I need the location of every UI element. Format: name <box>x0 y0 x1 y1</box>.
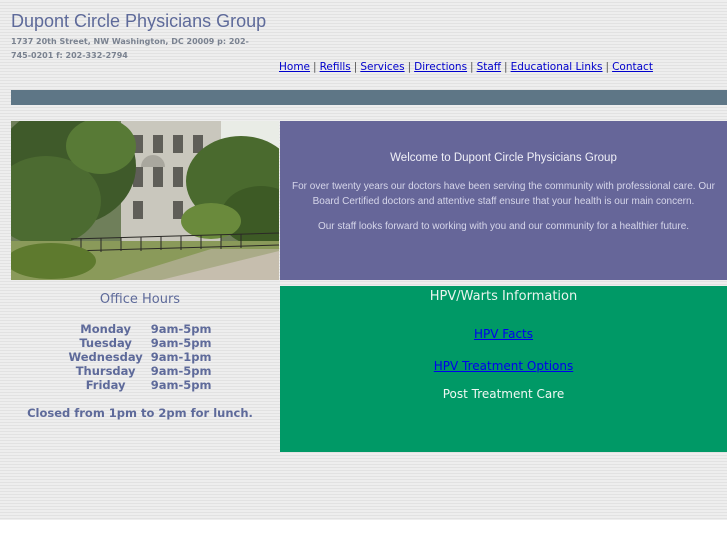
nav-separator: | <box>504 61 508 73</box>
welcome-panel: Welcome to Dupont Circle Physicians Grou… <box>280 121 727 280</box>
office-hours-title: Office Hours <box>99 292 181 307</box>
hours-time: 9am-5pm <box>150 322 212 336</box>
nav-contact-link[interactable]: Contact <box>612 61 653 73</box>
hours-row: Wednesday 9am-1pm <box>64 350 215 364</box>
nav-separator: | <box>605 61 610 73</box>
hours-row: Thursday 9am-5pm <box>64 364 215 378</box>
nav-separator: | <box>407 61 412 73</box>
hours-row: Friday 9am-5pm <box>64 378 215 392</box>
welcome-body: For over twenty years our doctors have b… <box>292 181 715 207</box>
hours-time: 9am-5pm <box>150 378 212 392</box>
office-hours-panel: Office Hours Monday 9am-5pm Tuesday 9am-… <box>11 292 269 420</box>
hpv-title: HPV/Warts Information <box>429 289 578 304</box>
nav-refills-link[interactable]: Refills <box>320 61 351 73</box>
header-band <box>11 90 727 105</box>
hours-row: Tuesday 9am-5pm <box>64 336 215 350</box>
hpv-treatment-options-link[interactable]: HPV Treatment Options <box>434 359 573 373</box>
page-footer-strip <box>0 520 727 545</box>
main-nav: Home | Refills | Services | Directions | Staff | E… <box>279 61 653 73</box>
lunch-closure-note: Closed from 1pm to 2pm for lunch. <box>27 406 253 420</box>
hours-day: Friday <box>85 378 126 392</box>
hours-day: Monday <box>80 322 131 336</box>
hpv-info-panel: HPV/Warts Information HPV Facts HPV Trea… <box>280 286 727 452</box>
building-photo <box>11 121 279 280</box>
welcome-closing: Our staff looks forward to working with … <box>317 221 690 232</box>
nav-services-link[interactable]: Services <box>360 61 404 73</box>
nav-educational-links-link[interactable]: Educational Links <box>511 61 603 73</box>
hpv-facts-link[interactable]: HPV Facts <box>474 327 533 341</box>
hours-day: Thursday <box>75 364 136 378</box>
nav-separator: | <box>313 61 317 73</box>
post-treatment-care-text: Post Treatment Care <box>442 387 565 401</box>
nav-separator: | <box>470 61 474 73</box>
hours-day: Tuesday <box>79 336 132 350</box>
site-title: Dupont Circle Physicians Group <box>11 11 267 31</box>
nav-directions-link[interactable]: Directions <box>414 61 467 73</box>
contact-address: 1737 20th Street, NW Washington, DC 2000… <box>11 37 249 60</box>
hours-day: Wednesday <box>68 350 143 364</box>
office-hours-table: Monday 9am-5pm Tuesday 9am-5pm Wednesday… <box>64 322 215 392</box>
nav-separator: | <box>353 61 358 73</box>
hours-row: Monday 9am-5pm <box>64 322 215 336</box>
hours-time: 9am-5pm <box>150 364 212 378</box>
welcome-title: Welcome to Dupont Circle Physicians Grou… <box>390 152 617 164</box>
hours-time: 9am-1pm <box>150 350 212 364</box>
hours-time: 9am-5pm <box>150 336 212 350</box>
nav-staff-link[interactable]: Staff <box>477 61 501 73</box>
nav-home-link[interactable]: Home <box>279 61 310 73</box>
